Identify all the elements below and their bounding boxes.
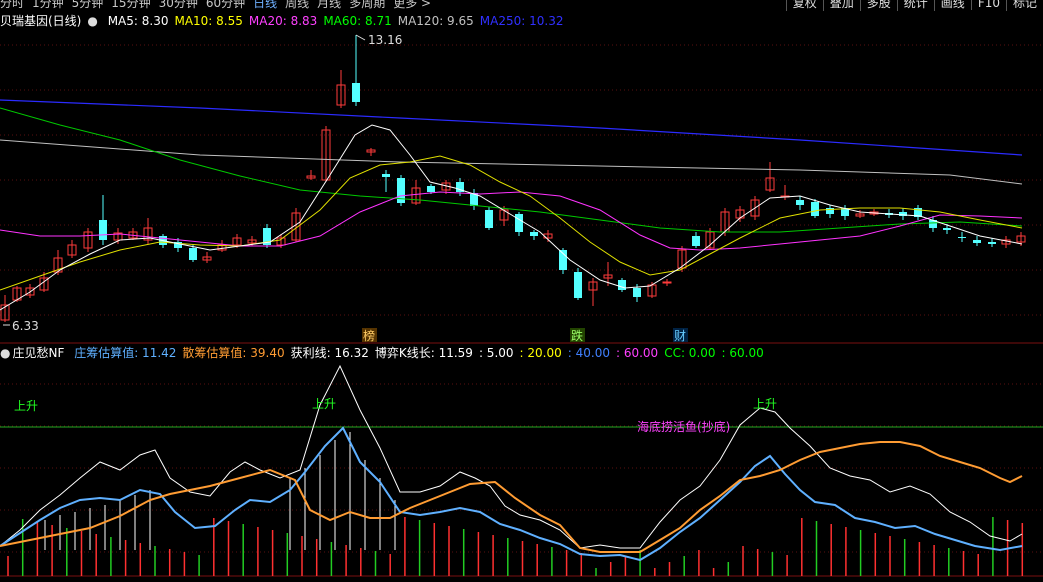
candle-body-55 (811, 202, 819, 216)
candle-body-13 (189, 248, 197, 260)
candle-body-35 (515, 214, 523, 232)
ma250-line (0, 99, 1023, 156)
kline-chart[interactable]: 13.16 6.33 榜 跌 财上升 上升 上升海底捞活鱼(抄底) (0, 0, 1043, 582)
ma60-line (0, 107, 1023, 233)
event-marker-1: 跌 (571, 328, 583, 343)
candle-body-43 (633, 288, 641, 297)
event-marker-0: 榜 (363, 328, 375, 343)
candle-body-24 (352, 83, 360, 102)
candle-body-67 (988, 242, 996, 244)
candle-body-7 (99, 220, 107, 240)
candle-body-33 (485, 210, 493, 228)
candle-body-26 (382, 174, 390, 177)
indicator-annotation-3: 海底捞活鱼(抄底) (637, 419, 730, 434)
indicator-annotation-2: 上升 (753, 397, 777, 411)
ma20-line (0, 191, 1023, 251)
candle-body-47 (692, 236, 700, 246)
candle-body-65 (958, 237, 966, 238)
candle-body-54 (796, 200, 804, 205)
ma120-line (0, 139, 1023, 185)
candle-body-64 (943, 228, 951, 230)
candle-body-29 (427, 186, 435, 192)
candle-body-39 (574, 272, 582, 298)
ma5-line (0, 124, 1023, 311)
indicator-annotation-0: 上升 (14, 399, 38, 413)
low-price-label: 6.33 (12, 319, 39, 333)
high-price-label: 13.16 (368, 33, 402, 47)
candle-body-42 (618, 280, 626, 290)
indicator-annotation-1: 上升 (312, 397, 336, 411)
retail-chip-line (0, 441, 1023, 553)
event-marker-2: 财 (674, 329, 686, 343)
candle-body-45 (662, 281, 672, 284)
candle-body-66 (973, 240, 981, 243)
high-pointer (355, 34, 366, 41)
candle-body-36 (530, 232, 538, 236)
